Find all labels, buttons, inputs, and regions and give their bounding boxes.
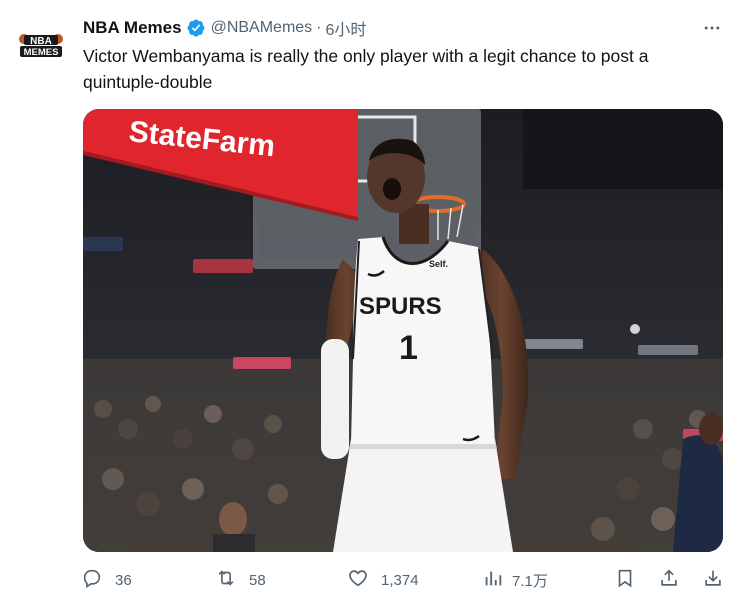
repost-icon — [215, 567, 237, 593]
reply-button[interactable]: 36 — [81, 566, 132, 594]
view-count: 7.1万 — [512, 572, 548, 590]
tweet-photo[interactable]: StateFarm SPURS 1 Self. — [83, 109, 723, 552]
verified-badge-icon — [186, 18, 206, 38]
like-button[interactable]: 1,374 — [347, 566, 419, 594]
tweet-header: NBA Memes @NBAMemes · 6小时 — [83, 16, 366, 40]
author-name[interactable]: NBA Memes — [83, 18, 182, 38]
like-count: 1,374 — [381, 571, 419, 589]
bookmark-button[interactable] — [614, 566, 636, 594]
download-icon — [702, 567, 724, 593]
share-icon — [658, 567, 680, 593]
repost-button[interactable]: 58 — [215, 566, 266, 594]
repost-count: 58 — [249, 571, 266, 589]
tweet-actions: 36 58 1,374 7.1万 — [81, 566, 729, 594]
share-button[interactable] — [658, 566, 680, 594]
avatar-text-top: NBA — [30, 36, 52, 47]
avatar[interactable]: NBA MEMES — [17, 22, 65, 70]
views-button[interactable]: 7.1万 — [482, 566, 548, 594]
jersey-team: SPURS — [359, 293, 442, 320]
jersey-sponsor: Self. — [429, 259, 448, 269]
jersey-number: 1 — [399, 329, 418, 367]
tweet-text: Victor Wembanyama is really the only pla… — [83, 46, 649, 92]
avatar-text-bottom: MEMES — [24, 47, 59, 58]
reply-count: 36 — [115, 571, 132, 589]
author-handle[interactable]: @NBAMemes — [211, 19, 313, 37]
timestamp[interactable]: 6小时 — [326, 16, 367, 40]
bookmark-icon — [614, 567, 636, 593]
header-separator: · — [316, 19, 322, 36]
download-button[interactable] — [702, 566, 724, 594]
more-options-icon[interactable] — [700, 16, 724, 40]
tweet[interactable]: NBA MEMES NBA Memes @NBAMemes · 6小时 Vict… — [0, 0, 742, 605]
reply-icon — [81, 567, 103, 593]
views-chart-icon — [482, 567, 504, 593]
heart-icon — [347, 567, 369, 593]
